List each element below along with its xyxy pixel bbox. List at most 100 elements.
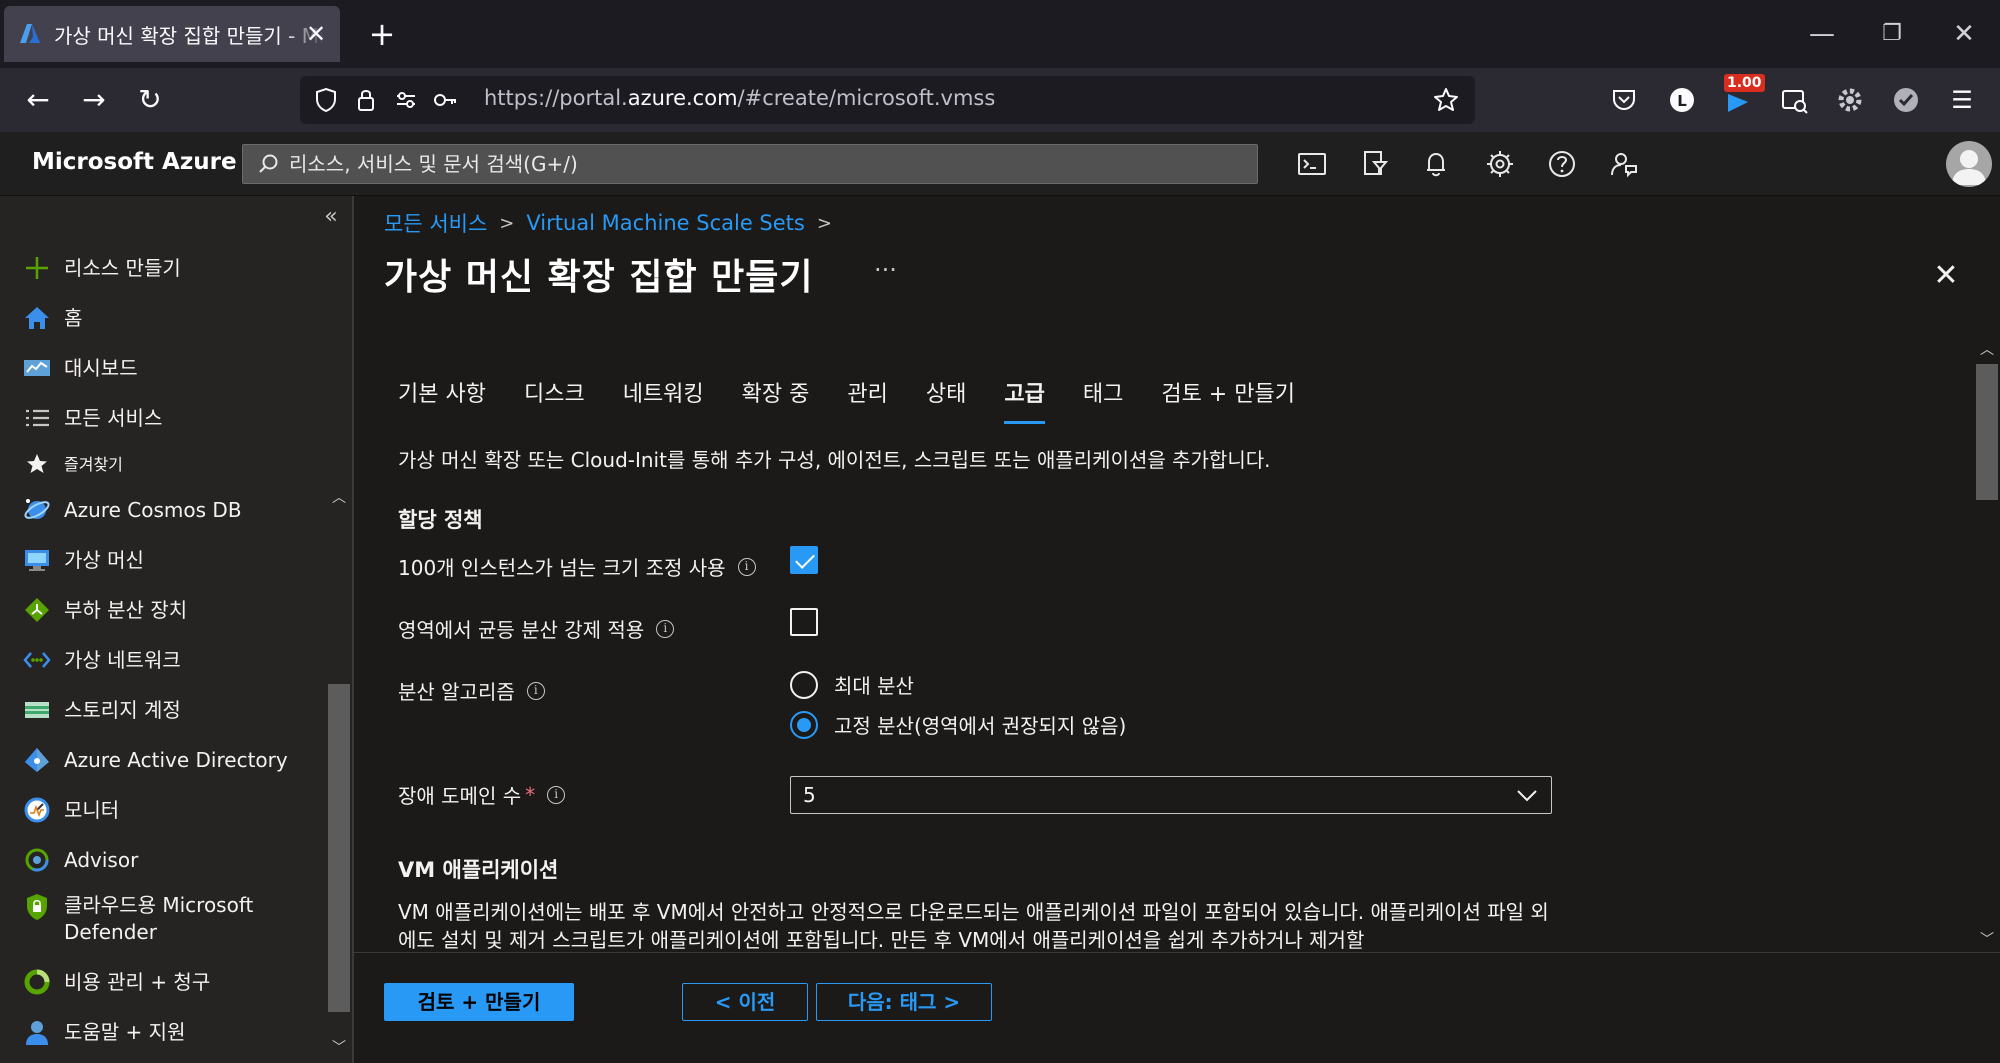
scroll-down-icon[interactable]: ﹀ — [1974, 930, 2000, 950]
check-extension-icon[interactable] — [1886, 80, 1926, 120]
cloud-shell-icon[interactable] — [1294, 146, 1330, 182]
tab-networking[interactable]: 네트워킹 — [623, 376, 704, 424]
bookmark-star-icon[interactable] — [1430, 84, 1462, 116]
tab-health[interactable]: 상태 — [926, 376, 966, 424]
sidebar-item-cost-management[interactable]: 비용 관리 + 청구 — [0, 960, 330, 1004]
reload-icon[interactable]: ↻ — [130, 80, 170, 120]
radio-fixed-spreading-label: 고정 분산(영역에서 권장되지 않음) — [834, 714, 1127, 738]
tab-management[interactable]: 관리 — [847, 376, 887, 424]
avatar[interactable] — [1946, 141, 1992, 187]
load-balancer-icon — [25, 598, 49, 622]
page-title: 가상 머신 확장 집합 만들기 — [384, 257, 814, 298]
back-icon[interactable]: ← — [18, 80, 58, 120]
tab-tags[interactable]: 태그 — [1083, 376, 1123, 424]
breadcrumb-all-services[interactable]: 모든 서비스 — [384, 208, 487, 238]
directory-filter-icon[interactable] — [1356, 146, 1392, 182]
restore-icon[interactable]: ❐ — [1874, 16, 1910, 52]
extension-badge-icon[interactable]: 1.00 — [1718, 74, 1765, 120]
lock-icon[interactable] — [350, 84, 382, 116]
sidebar-scrollbar[interactable]: ︿ ﹀ — [326, 488, 352, 1058]
radio-fixed-spreading[interactable]: 고정 분산(영역에서 권장되지 않음) — [790, 710, 1126, 739]
gear-extension-icon[interactable] — [1830, 80, 1870, 120]
global-search[interactable] — [242, 144, 1258, 184]
info-icon[interactable]: i — [526, 681, 545, 700]
minimize-icon[interactable]: — — [1804, 16, 1840, 52]
tab-disks[interactable]: 디스크 — [524, 376, 585, 424]
search-input[interactable] — [289, 149, 1229, 179]
sidebar-item-label: 부하 분산 장치 — [64, 597, 188, 622]
search-icon — [259, 154, 278, 173]
forward-icon[interactable]: → — [74, 80, 114, 120]
collapse-sidebar-icon[interactable]: « — [318, 204, 344, 230]
main-scroll-thumb[interactable] — [1976, 364, 1998, 500]
sidebar-item-dashboard[interactable]: 대시보드 — [0, 346, 330, 390]
zone-balance-checkbox[interactable] — [790, 608, 818, 636]
scroll-up-icon[interactable]: ︿ — [1974, 340, 2000, 360]
scroll-up-icon[interactable]: ︿ — [326, 488, 352, 508]
info-icon[interactable]: i — [656, 619, 675, 638]
sidebar-item-label: 모니터 — [64, 797, 120, 822]
sidebar-scroll-thumb[interactable] — [328, 684, 350, 1012]
extension-badge-count: 1.00 — [1724, 74, 1765, 92]
tab-basics[interactable]: 기본 사항 — [398, 376, 486, 424]
sidebar-item-storage-accounts[interactable]: 스토리지 계정 — [0, 688, 330, 732]
fault-domain-dropdown[interactable]: 5 — [790, 776, 1552, 814]
breadcrumb-vmss[interactable]: Virtual Machine Scale Sets — [526, 211, 804, 235]
sidebar-item-cosmos-db[interactable]: Azure Cosmos DB — [0, 488, 330, 532]
profile-l-icon[interactable]: L — [1662, 80, 1702, 120]
radio-fixed-spreading-circle[interactable] — [790, 710, 818, 739]
zone-balance-text: 영역에서 균등 분산 강제 적용 — [398, 618, 645, 642]
sidebar-item-load-balancers[interactable]: 부하 분산 장치 — [0, 588, 330, 632]
scroll-down-icon[interactable]: ﹀ — [326, 1038, 352, 1058]
main-scrollbar[interactable]: ︿ ﹀ — [1974, 340, 2000, 950]
close-panel-icon[interactable]: ✕ — [1930, 260, 1962, 292]
tab-review-create[interactable]: 검토 + 만들기 — [1161, 376, 1295, 424]
sidebar-item-all-services[interactable]: 모든 서비스 — [0, 396, 330, 440]
tab-scaling[interactable]: 확장 중 — [742, 376, 810, 424]
scale-beyond-100-text: 100개 인스턴스가 넘는 크기 조정 사용 — [398, 556, 726, 580]
new-tab-button[interactable]: + — [364, 16, 400, 52]
screenshot-icon[interactable] — [1774, 80, 1814, 120]
zone-balance-label: 영역에서 균등 분산 강제 적용 i — [398, 614, 675, 643]
scale-beyond-100-checkbox[interactable] — [790, 546, 818, 574]
azure-brand[interactable]: Microsoft Azure — [32, 149, 237, 175]
settings-gear-icon[interactable] — [1482, 146, 1518, 182]
user-avatar-icon — [1952, 150, 1986, 185]
help-icon[interactable] — [1544, 146, 1580, 182]
info-icon[interactable]: i — [737, 557, 756, 576]
more-options-icon[interactable]: ··· — [874, 256, 897, 284]
pocket-icon[interactable] — [1604, 80, 1644, 120]
next-tags-button[interactable]: 다음: 태그 > — [816, 983, 992, 1021]
window-close-icon[interactable]: ✕ — [1946, 16, 1982, 52]
main-panel: 모든 서비스 > Virtual Machine Scale Sets > 가상… — [352, 196, 2000, 1063]
previous-button[interactable]: < 이전 — [682, 983, 808, 1021]
shield-icon[interactable] — [310, 84, 342, 116]
browser-nav-bar: ← → ↻ https://portal.azure.com/#create/m… — [0, 68, 2000, 132]
sidebar-item-virtual-machines[interactable]: 가상 머신 — [0, 538, 330, 582]
sidebar-item-monitor[interactable]: 모니터 — [0, 788, 330, 832]
sidebar-item-create-resource[interactable]: 리소스 만들기 — [0, 246, 330, 290]
notifications-bell-icon[interactable] — [1418, 146, 1454, 182]
review-create-button[interactable]: 검토 + 만들기 — [384, 983, 574, 1021]
sidebar-item-virtual-networks[interactable]: 가상 네트워크 — [0, 638, 330, 682]
url-bar[interactable]: https://portal.azure.com/#create/microso… — [300, 76, 1475, 124]
close-tab-icon[interactable]: ✕ — [302, 20, 330, 48]
tab-advanced[interactable]: 고급 — [1004, 376, 1046, 424]
sidebar-item-advisor[interactable]: Advisor — [0, 838, 330, 882]
radio-max-spreading-circle[interactable] — [790, 670, 818, 699]
menu-icon[interactable]: ☰ — [1942, 80, 1982, 120]
sidebar-item-help-support[interactable]: 도움말 + 지원 — [0, 1010, 330, 1054]
feedback-icon[interactable] — [1606, 146, 1642, 182]
permissions-icon[interactable] — [390, 84, 422, 116]
url-path: /#create/microsoft.vmss — [737, 86, 996, 110]
sidebar-item-defender[interactable]: 클라우드용 Microsoft Defender — [0, 886, 330, 950]
url-text[interactable]: https://portal.azure.com/#create/microso… — [484, 86, 995, 110]
sidebar-item-active-directory[interactable]: Azure Active Directory — [0, 738, 330, 782]
key-icon[interactable] — [430, 84, 462, 116]
sidebar-item-home[interactable]: 홈 — [0, 296, 330, 340]
browser-tab-bar: 가상 머신 확장 집합 만들기 - Microsoft Azure ✕ + — … — [0, 0, 2000, 68]
list-icon — [26, 409, 49, 427]
radio-max-spreading[interactable]: 최대 분산 — [790, 670, 914, 699]
info-icon[interactable]: i — [547, 785, 566, 804]
browser-tab[interactable]: 가상 머신 확장 집합 만들기 - Microsoft Azure ✕ — [4, 6, 340, 62]
